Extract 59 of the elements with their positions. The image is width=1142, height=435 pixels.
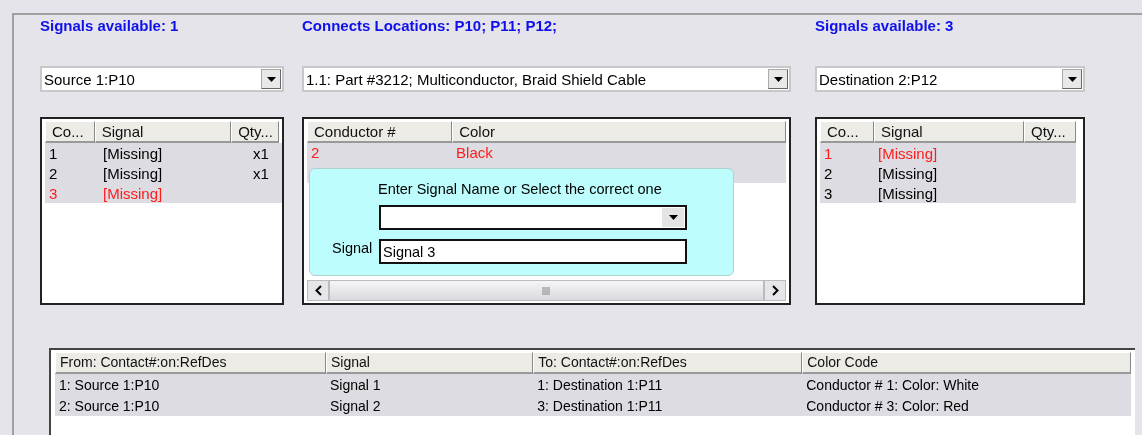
table-cell-text: x1 — [252, 164, 270, 182]
table-cell-text: 3 — [48, 184, 59, 202]
column-header[interactable]: Co... — [45, 121, 95, 143]
column-header[interactable]: To: Contact#:on:RefDes — [533, 352, 803, 374]
column-header[interactable]: Color Code — [802, 352, 1131, 374]
dropdown-button[interactable] — [1062, 69, 1082, 89]
table-cell-text: 2 — [310, 143, 321, 161]
column-header[interactable]: Color — [452, 121, 786, 143]
table-cell-text: 2 — [823, 164, 834, 182]
table-cell-text: Conductor # 1: Color: White — [805, 376, 980, 393]
scroll-thumb[interactable] — [329, 280, 764, 301]
table-cell-text: Signal 1 — [329, 376, 382, 393]
section-title: Signals available: 1 — [40, 17, 179, 36]
section-title: Connects Locations: P10; P11; P12; — [302, 17, 558, 36]
table-cell-text: 1 — [48, 144, 59, 162]
caret-icon — [266, 76, 276, 82]
section-title: Signals available: 3 — [815, 17, 954, 36]
table-cell-text: 2: Source 1:P10 — [58, 397, 161, 414]
table-cell-text: 3: Destination 1:P11 — [536, 397, 664, 414]
location-dropdown[interactable]: Destination 2:P12 — [815, 66, 1085, 92]
field-label: Signal — [332, 240, 373, 256]
table-cell-text: 3 — [823, 184, 834, 202]
table-cell-text: [Missing] — [102, 144, 164, 162]
table-cell-text: [Missing] — [102, 164, 164, 182]
chevron-left-icon — [314, 285, 322, 296]
caret-icon — [1067, 76, 1077, 82]
column-header[interactable]: Signal — [94, 121, 232, 143]
location-dropdown[interactable]: Source 1:P10 — [40, 66, 284, 92]
column-header[interactable]: Qty... — [231, 121, 279, 143]
table-cell-text: 2 — [48, 164, 59, 182]
cable-dropdown[interactable]: 1.1: Part #3212; Multiconductor, Braid Shield Cable — [302, 66, 791, 92]
table-cell-text: [Missing] — [877, 184, 939, 202]
dropdown-button[interactable] — [768, 69, 788, 89]
caret-icon — [773, 76, 783, 82]
table-cell-text: Black — [455, 143, 494, 161]
signal-field[interactable]: Signal 3 — [379, 239, 687, 264]
table-cell-text: 1 — [823, 144, 834, 162]
prompt-text: Enter Signal Name or Select the correct one — [378, 181, 662, 197]
column-header[interactable]: Conductor # — [307, 121, 453, 143]
chevron-right-icon — [771, 285, 779, 296]
signal-dropdown[interactable] — [379, 205, 687, 230]
dropdown-button[interactable] — [662, 208, 684, 227]
scroll-left-button[interactable] — [307, 280, 329, 301]
table-cell-text: x1 — [252, 144, 270, 162]
table-cell-text: 1: Destination 1:P11 — [536, 376, 664, 393]
column-header[interactable]: From: Contact#:on:RefDes — [55, 352, 326, 374]
column-header[interactable]: Co... — [820, 121, 874, 143]
table-cell-text: [Missing] — [102, 184, 164, 202]
column-header[interactable]: Qty... — [1024, 121, 1076, 143]
dropdown-button[interactable] — [261, 69, 281, 89]
table-cell-text: Conductor # 3: Color: Red — [805, 397, 970, 414]
column-header[interactable]: Signal — [874, 121, 1024, 143]
column-header[interactable]: Signal — [326, 352, 534, 374]
table-cell-text: 1: Source 1:P10 — [58, 376, 161, 393]
table-cell-text: [Missing] — [877, 144, 939, 162]
scroll-right-button[interactable] — [764, 280, 786, 301]
table-cell-text: [Missing] — [877, 164, 939, 182]
table-cell-text: Signal 2 — [329, 397, 382, 414]
caret-icon — [668, 215, 678, 220]
